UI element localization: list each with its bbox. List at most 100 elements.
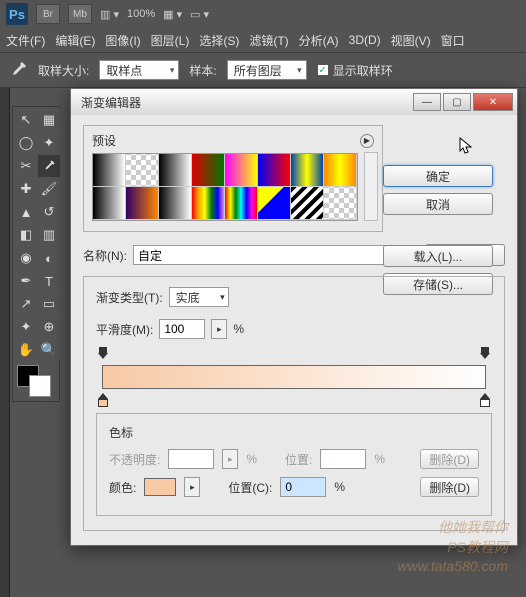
opacity-stop-left[interactable] bbox=[98, 353, 108, 363]
ps-logo: Ps bbox=[6, 3, 28, 25]
hand-tool[interactable]: ✋ bbox=[15, 339, 37, 361]
smoothness-input[interactable] bbox=[159, 319, 205, 339]
load-button[interactable]: 载入(L)... bbox=[383, 245, 493, 267]
gradient-type-select[interactable]: 实底 bbox=[169, 287, 229, 307]
path-tool[interactable]: ↗ bbox=[15, 293, 37, 315]
position-c-input[interactable] bbox=[280, 477, 326, 497]
dodge-tool[interactable]: ◐ bbox=[38, 247, 60, 269]
zoom-level[interactable]: 100% bbox=[127, 8, 155, 20]
menu-view[interactable]: 视图(V) bbox=[391, 32, 431, 49]
crop-tool[interactable]: ✂ bbox=[15, 155, 37, 177]
zoom-tool[interactable]: 🔍 bbox=[38, 339, 60, 361]
menu-layer[interactable]: 图层(L) bbox=[151, 32, 190, 49]
doc-layout-dropdown[interactable]: ▥ ▾ bbox=[100, 8, 119, 21]
delete-color-stop-button[interactable]: 删除(D) bbox=[420, 477, 479, 497]
preset-swatch[interactable] bbox=[93, 187, 126, 220]
stops-label: 色标 bbox=[109, 424, 479, 441]
menu-select[interactable]: 选择(S) bbox=[199, 32, 239, 49]
menu-filter[interactable]: 滤镜(T) bbox=[249, 32, 288, 49]
menu-image[interactable]: 图像(I) bbox=[105, 32, 140, 49]
eyedropper-tool[interactable] bbox=[38, 155, 60, 177]
heal-tool[interactable]: ✚ bbox=[15, 178, 37, 200]
preset-swatch[interactable] bbox=[225, 187, 258, 220]
screen-mode-dropdown[interactable]: ▭ ▾ bbox=[190, 8, 209, 21]
minibridge-button[interactable]: Mb bbox=[68, 4, 92, 24]
close-button[interactable]: ✕ bbox=[473, 93, 513, 111]
name-input[interactable] bbox=[133, 245, 419, 265]
color-swatches[interactable] bbox=[15, 365, 57, 399]
opacity-stepper: ▸ bbox=[222, 449, 238, 469]
ok-button[interactable]: 确定 bbox=[383, 165, 493, 187]
eraser-tool[interactable]: ◧ bbox=[15, 224, 37, 246]
preset-swatch[interactable] bbox=[258, 187, 291, 220]
preset-swatch[interactable] bbox=[126, 154, 159, 187]
minimize-button[interactable]: — bbox=[413, 93, 441, 111]
preset-swatch[interactable] bbox=[324, 154, 357, 187]
preset-swatch[interactable] bbox=[258, 154, 291, 187]
opacity-input bbox=[168, 449, 214, 469]
stamp-tool[interactable]: ▲ bbox=[15, 201, 37, 223]
preset-swatch[interactable] bbox=[159, 187, 192, 220]
brush-tool[interactable]: 🖌 bbox=[38, 178, 60, 200]
menu-3d[interactable]: 3D(D) bbox=[349, 33, 381, 47]
menu-window[interactable]: 窗口 bbox=[441, 32, 465, 49]
sample-layers-select[interactable]: 所有图层 bbox=[227, 60, 307, 80]
pen-tool[interactable]: ✒ bbox=[15, 270, 37, 292]
preset-swatch[interactable] bbox=[225, 154, 258, 187]
bridge-button[interactable]: Br bbox=[36, 4, 60, 24]
menu-edit[interactable]: 编辑(E) bbox=[55, 32, 95, 49]
wand-tool[interactable]: ✦ bbox=[38, 132, 60, 154]
gradient-preview[interactable] bbox=[102, 365, 486, 389]
background-swatch[interactable] bbox=[29, 375, 51, 397]
dialog-titlebar[interactable]: 渐变编辑器 — ▢ ✕ bbox=[71, 89, 517, 115]
marquee-tool[interactable]: ▦ bbox=[38, 109, 60, 131]
panel-strip[interactable] bbox=[0, 88, 10, 597]
maximize-button[interactable]: ▢ bbox=[443, 93, 471, 111]
sample-size-select[interactable]: 取样点 bbox=[99, 60, 179, 80]
color-dropdown-icon[interactable]: ▸ bbox=[184, 477, 200, 497]
gradient-bar[interactable] bbox=[96, 353, 492, 403]
opacity-stop-right[interactable] bbox=[480, 353, 490, 363]
show-ring-checkbox[interactable]: ✓ 显示取样环 bbox=[317, 62, 393, 79]
preset-swatch[interactable] bbox=[291, 154, 324, 187]
preset-swatch[interactable] bbox=[126, 187, 159, 220]
preset-swatch[interactable] bbox=[291, 187, 324, 220]
name-label: 名称(N): bbox=[83, 247, 127, 264]
preset-swatch[interactable] bbox=[159, 154, 192, 187]
smoothness-stepper[interactable]: ▸ bbox=[211, 319, 227, 339]
color-stop-right[interactable] bbox=[480, 393, 490, 403]
show-ring-label: 显示取样环 bbox=[333, 62, 393, 79]
gradient-type-label: 渐变类型(T): bbox=[96, 289, 163, 306]
gradient-tool[interactable]: ▥ bbox=[38, 224, 60, 246]
preset-swatch[interactable] bbox=[192, 187, 225, 220]
stops-panel: 色标 不透明度: ▸ % 位置: % 删除(D) 颜色: bbox=[96, 413, 492, 516]
preset-grid bbox=[92, 153, 358, 221]
3d-tool[interactable]: ✦ bbox=[15, 316, 37, 338]
color-stop-left[interactable] bbox=[98, 393, 108, 403]
workspace: ↖ ▦ ◯ ✦ ✂ ✚ 🖌 ▲ ↺ ◧ ▥ ◉ ◐ ✒ T ↗ ▭ ✦ ⊕ ✋ … bbox=[0, 88, 526, 597]
preset-scrollbar[interactable] bbox=[364, 152, 378, 221]
blur-tool[interactable]: ◉ bbox=[15, 247, 37, 269]
presets-panel: 预设 ▶ bbox=[83, 125, 383, 232]
move-tool[interactable]: ↖ bbox=[15, 109, 37, 131]
3d-camera-tool[interactable]: ⊕ bbox=[38, 316, 60, 338]
menu-analysis[interactable]: 分析(A) bbox=[299, 32, 339, 49]
preset-swatch[interactable] bbox=[324, 187, 357, 220]
color-chip[interactable] bbox=[144, 478, 176, 496]
shape-tool[interactable]: ▭ bbox=[38, 293, 60, 315]
menu-file[interactable]: 文件(F) bbox=[6, 32, 45, 49]
toolbox: ↖ ▦ ◯ ✦ ✂ ✚ 🖌 ▲ ↺ ◧ ▥ ◉ ◐ ✒ T ↗ ▭ ✦ ⊕ ✋ … bbox=[12, 106, 60, 402]
percent-label: % bbox=[233, 322, 244, 336]
eyedropper-icon bbox=[8, 60, 28, 80]
cancel-button[interactable]: 取消 bbox=[383, 193, 493, 215]
history-brush-tool[interactable]: ↺ bbox=[38, 201, 60, 223]
type-tool[interactable]: T bbox=[38, 270, 60, 292]
smoothness-label: 平滑度(M): bbox=[96, 321, 153, 338]
view-extras-dropdown[interactable]: ▦ ▾ bbox=[163, 8, 182, 21]
preset-swatch[interactable] bbox=[93, 154, 126, 187]
presets-menu-icon[interactable]: ▶ bbox=[360, 134, 374, 148]
sample-size-label: 取样大小: bbox=[38, 62, 89, 79]
lasso-tool[interactable]: ◯ bbox=[15, 132, 37, 154]
percent-label: % bbox=[374, 452, 385, 466]
preset-swatch[interactable] bbox=[192, 154, 225, 187]
